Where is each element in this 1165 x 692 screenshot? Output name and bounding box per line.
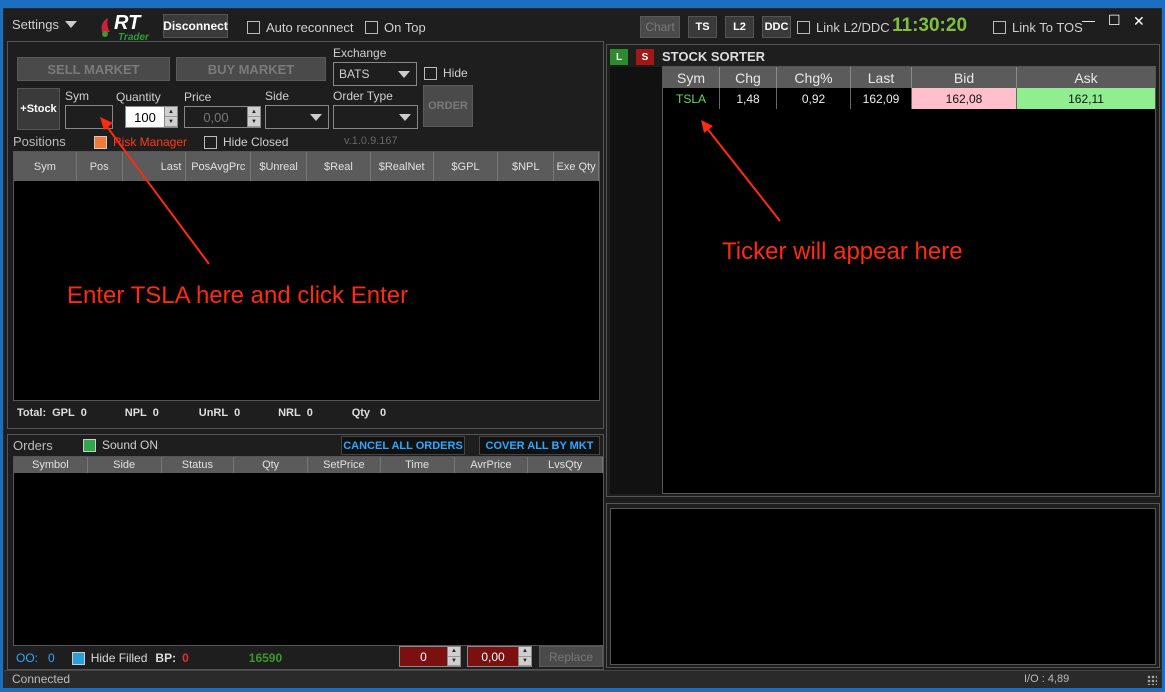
arrow-icon bbox=[100, 117, 210, 265]
status-bar: Connected I/O : 4,89 bbox=[4, 670, 1161, 688]
arrow-icon bbox=[701, 120, 781, 222]
resize-grip-icon[interactable] bbox=[1147, 675, 1157, 685]
app-window: Settings RT Trader Disconnect Auto recon… bbox=[3, 8, 1162, 688]
annotation-arrows bbox=[100, 117, 781, 265]
connection-status: Connected bbox=[12, 672, 71, 686]
io-readout: I/O : 4,89 bbox=[1024, 673, 1070, 685]
